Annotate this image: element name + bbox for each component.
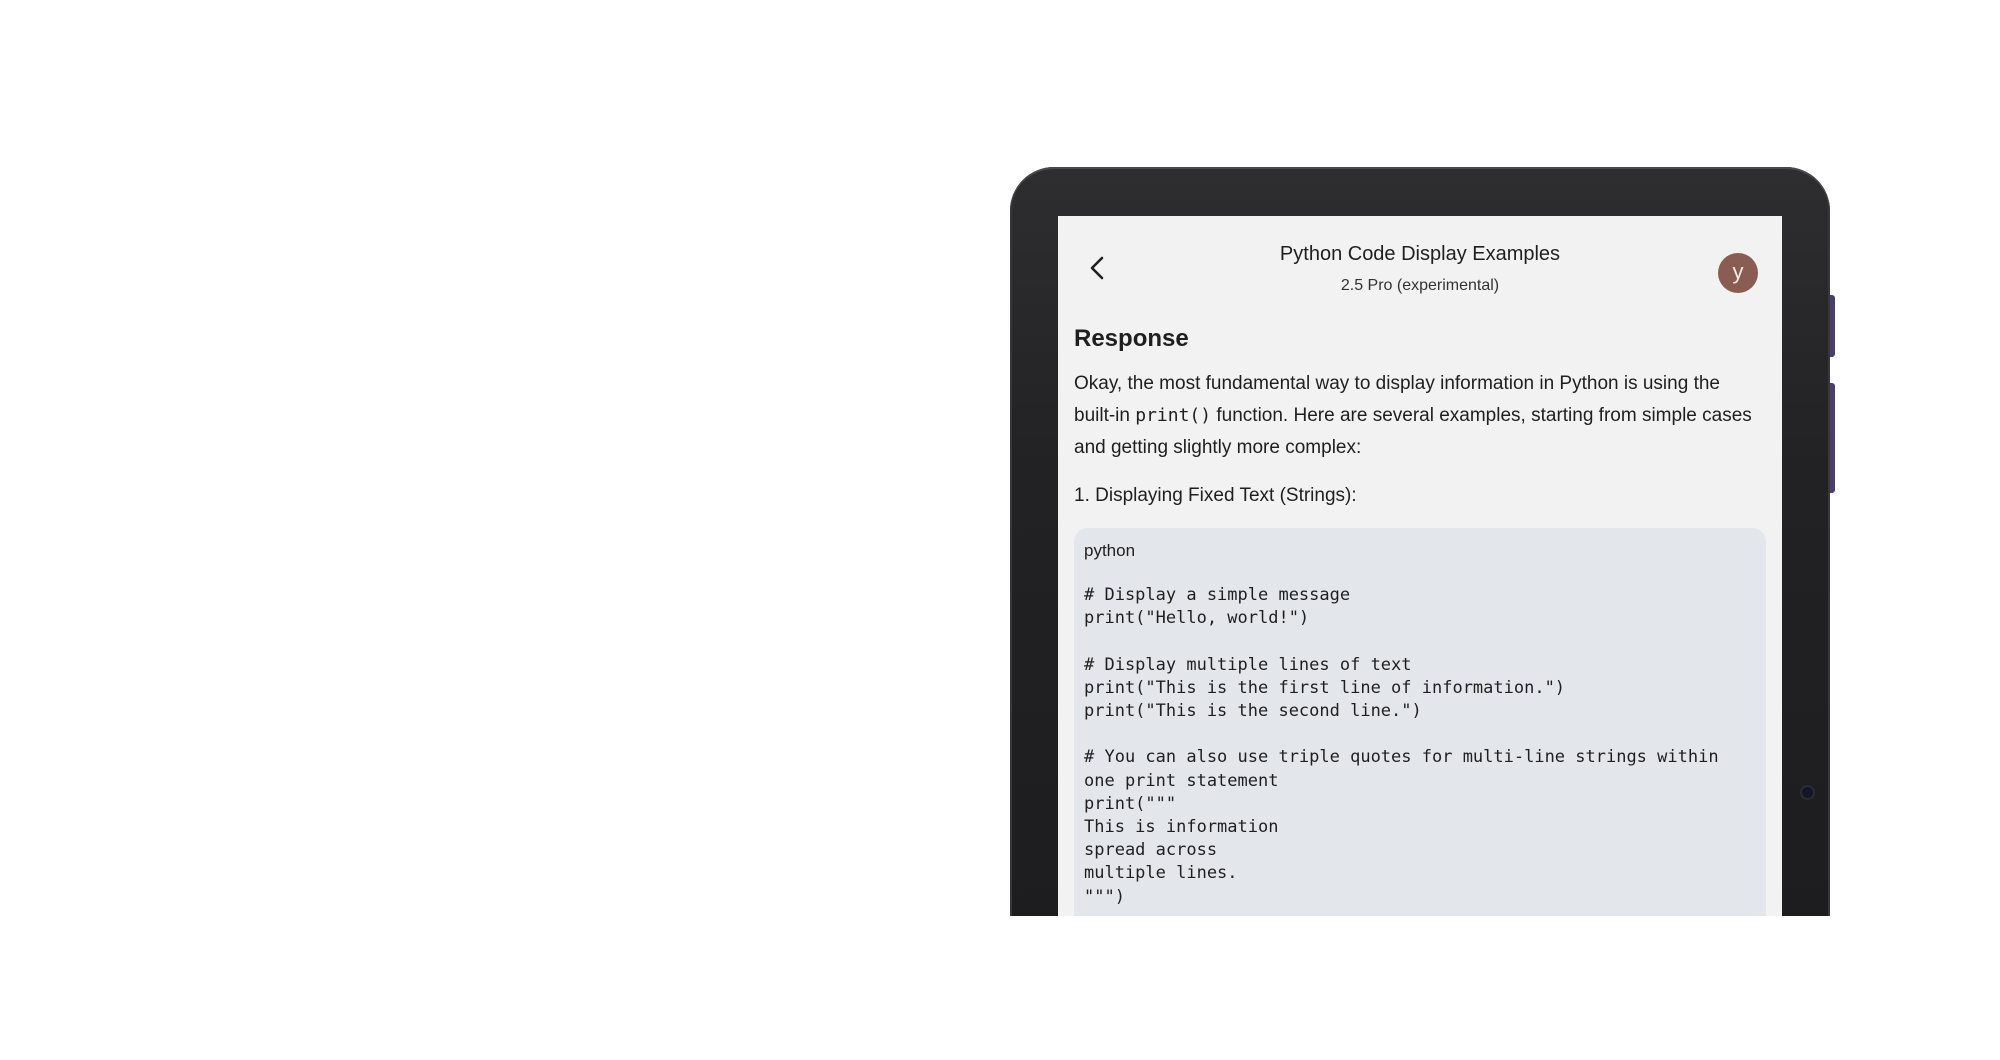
code-block: python # Display a simple message print(… <box>1074 528 1766 916</box>
camera-icon <box>1802 787 1813 798</box>
volume-button <box>1830 295 1835 357</box>
chevron-left-icon <box>1090 256 1104 280</box>
page-background <box>0 916 2000 1060</box>
power-button <box>1830 383 1835 493</box>
response-heading: Response <box>1074 325 1189 352</box>
response-content: Response Okay, the most fundamental way … <box>1058 324 1782 916</box>
model-label: 2.5 Pro (experimental) <box>1340 277 1500 294</box>
stage: Python Code Display Examples 2.5 Pro (ex… <box>0 0 2000 1060</box>
page-title: Python Code Display Examples <box>1279 243 1561 265</box>
inline-code: print() <box>1135 405 1212 426</box>
back-button[interactable] <box>1078 248 1118 288</box>
avatar[interactable]: y <box>1718 253 1758 293</box>
chat-header: Python Code Display Examples 2.5 Pro (ex… <box>1058 216 1782 316</box>
code-language-label: python <box>1084 541 1136 560</box>
app-screen: Python Code Display Examples 2.5 Pro (ex… <box>1058 216 1782 916</box>
step-heading: 1. Displaying Fixed Text (Strings): <box>1074 485 1357 506</box>
intro-paragraph: Okay, the most fundamental way to displa… <box>1074 368 1766 464</box>
code-text[interactable]: # Display a simple message print("Hello,… <box>1084 584 1756 909</box>
title-group: Python Code Display Examples 2.5 Pro (ex… <box>1158 242 1682 296</box>
